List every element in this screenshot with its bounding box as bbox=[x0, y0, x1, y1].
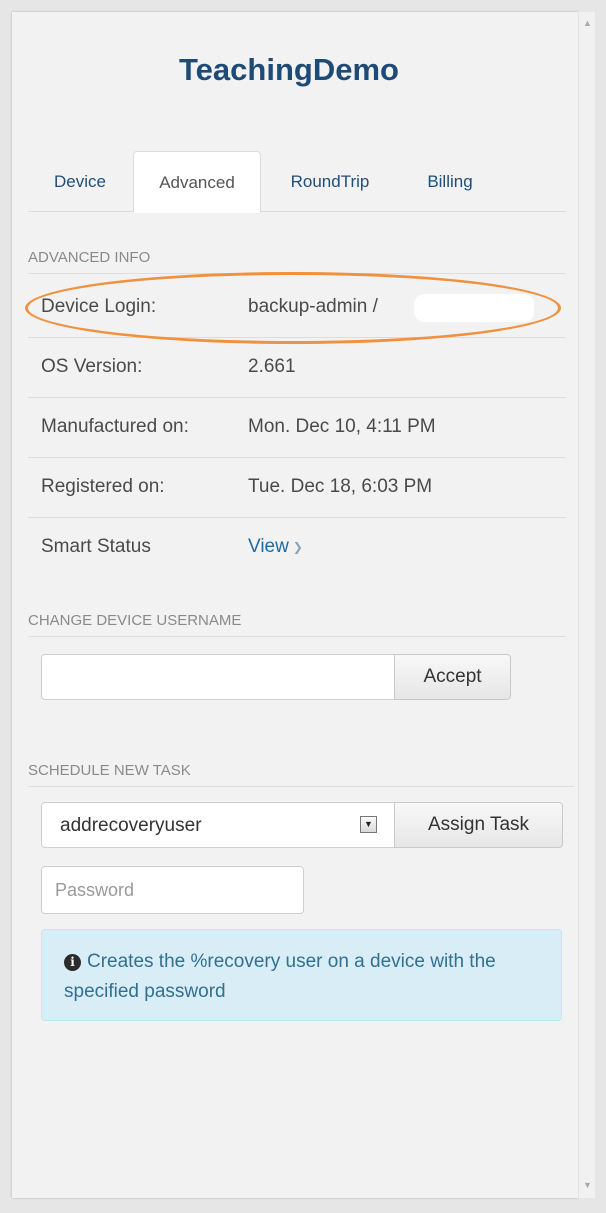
registered-value: Tue. Dec 18, 6:03 PM bbox=[248, 476, 433, 497]
app-title: TeachingDemo bbox=[179, 52, 399, 87]
info-icon: i bbox=[64, 954, 81, 971]
schedule-task-heading: SCHEDULE NEW TASK bbox=[28, 762, 574, 787]
task-select-value: addrecoveryuser bbox=[60, 815, 202, 836]
chevron-down-icon[interactable]: ❯ bbox=[293, 540, 303, 554]
tab-advanced[interactable]: Advanced bbox=[133, 151, 261, 213]
assign-task-button[interactable]: Assign Task bbox=[394, 802, 563, 848]
info-row-smart-status: Smart Status View ❯ bbox=[28, 517, 566, 577]
info-row-registered: Registered on: Tue. Dec 18, 6:03 PM bbox=[28, 457, 566, 518]
schedule-task-group: addrecoveryuser ▼ Assign Task bbox=[41, 802, 563, 850]
tab-bar: Device Advanced RoundTrip Billing bbox=[28, 151, 566, 213]
scroll-down-icon[interactable]: ▼ bbox=[583, 1180, 592, 1190]
info-alert: i Creates the %recovery user on a device … bbox=[41, 929, 562, 1021]
redacted-password-area bbox=[414, 294, 534, 322]
scroll-up-icon[interactable]: ▲ bbox=[583, 18, 592, 28]
device-login-label: Device Login: bbox=[41, 296, 157, 317]
accept-button[interactable]: Accept bbox=[394, 654, 511, 700]
device-login-value: backup-admin / bbox=[248, 296, 378, 317]
username-input[interactable] bbox=[41, 654, 395, 700]
smart-status-view-link[interactable]: View ❯ bbox=[248, 536, 303, 558]
tab-roundtrip[interactable]: RoundTrip bbox=[271, 151, 389, 211]
vertical-scrollbar[interactable]: ▲ ▼ bbox=[578, 12, 595, 1198]
task-select[interactable]: addrecoveryuser ▼ bbox=[41, 802, 395, 848]
info-row-manufactured: Manufactured on: Mon. Dec 10, 4:11 PM bbox=[28, 397, 566, 458]
tab-billing[interactable]: Billing bbox=[405, 151, 495, 211]
view-link-text[interactable]: View bbox=[248, 536, 289, 557]
info-alert-text: Creates the %recovery user on a device w… bbox=[64, 951, 496, 1002]
smart-status-label: Smart Status bbox=[41, 536, 151, 557]
dropdown-arrow-icon[interactable]: ▼ bbox=[360, 816, 377, 833]
manufactured-label: Manufactured on: bbox=[41, 416, 189, 437]
registered-label: Registered on: bbox=[41, 476, 165, 497]
change-username-heading: CHANGE DEVICE USERNAME bbox=[28, 612, 566, 637]
os-version-label: OS Version: bbox=[41, 356, 143, 377]
password-input[interactable] bbox=[41, 866, 304, 914]
info-row-os-version: OS Version: 2.661 bbox=[28, 337, 566, 398]
change-username-group: Accept bbox=[41, 654, 511, 702]
os-version-value: 2.661 bbox=[248, 356, 296, 377]
tab-device[interactable]: Device bbox=[28, 151, 132, 211]
manufactured-value: Mon. Dec 10, 4:11 PM bbox=[248, 416, 436, 437]
advanced-info-heading: ADVANCED INFO bbox=[28, 249, 566, 274]
